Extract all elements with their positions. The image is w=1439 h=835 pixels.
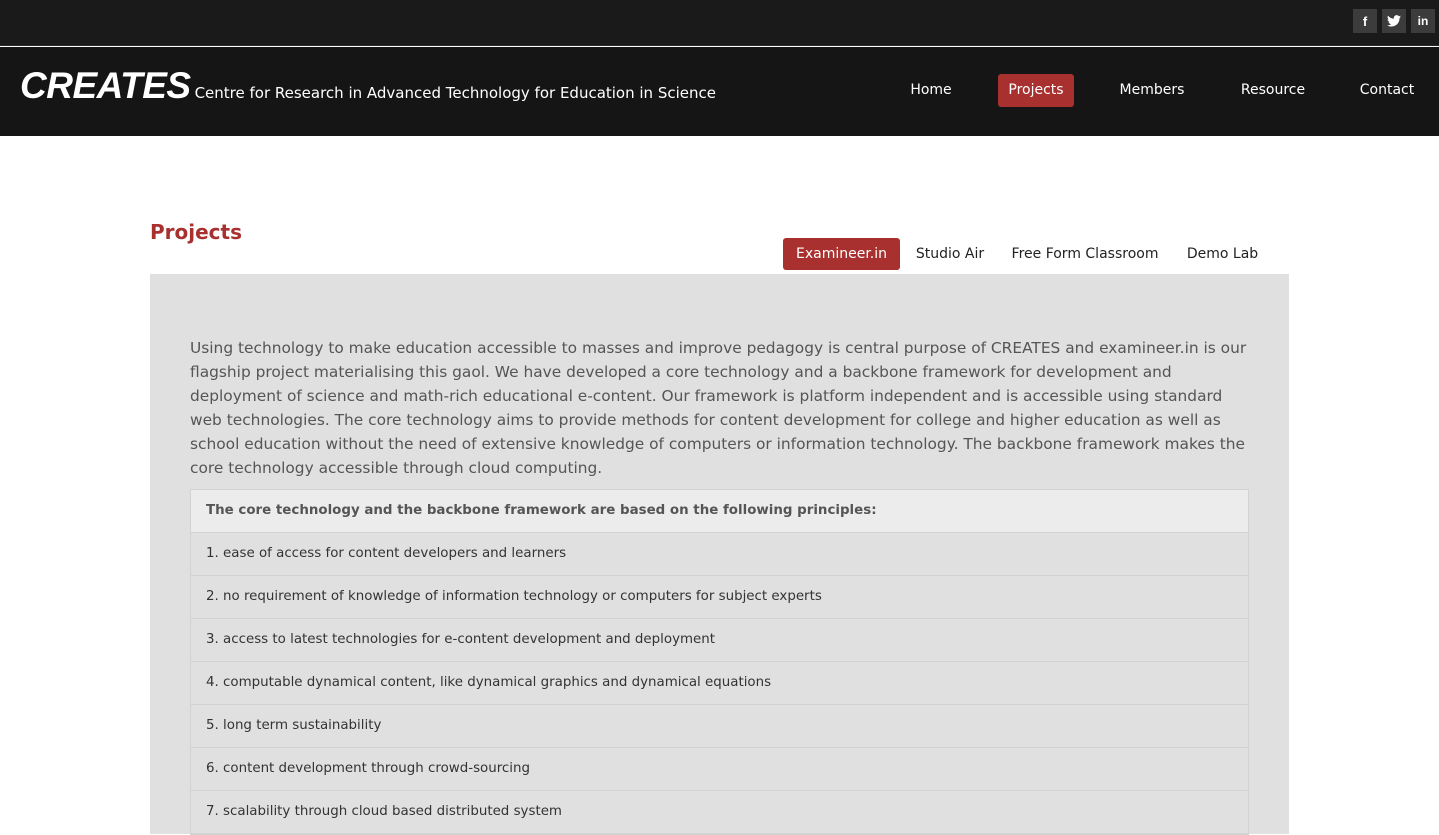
top-bar: f in [0,0,1439,46]
project-tabs: Examineer.in Studio Air Free Form Classr… [0,238,1439,270]
tab-content-panel: Using technology to make education acces… [150,274,1289,835]
principles-list: The core technology and the backbone fra… [190,489,1249,835]
tab-free-form-classroom[interactable]: Free Form Classroom [1005,238,1165,270]
site-header: CREATES Centre for Research in Advanced … [0,47,1439,136]
twitter-bird-shape [1387,15,1401,27]
facebook-icon[interactable]: f [1353,9,1377,33]
linkedin-icon[interactable]: in [1411,9,1435,33]
principles-heading: The core technology and the backbone fra… [191,490,1248,533]
twitter-icon[interactable] [1382,9,1406,33]
nav-item-contact[interactable]: Contact [1352,74,1422,107]
list-item: 2. no requirement of knowledge of inform… [191,576,1248,619]
nav-item-home[interactable]: Home [896,74,966,107]
nav-item-projects[interactable]: Projects [998,74,1074,107]
list-item: 7. scalability through cloud based distr… [191,791,1248,834]
nav-item-resource[interactable]: Resource [1232,74,1314,107]
tab-examineer[interactable]: Examineer.in [783,238,900,270]
list-item: 4. computable dynamical content, like dy… [191,662,1248,705]
tab-studio-air[interactable]: Studio Air [908,238,992,270]
social-links: f in [1353,9,1435,33]
list-item: 1. ease of access for content developers… [191,533,1248,576]
main-nav: Home Projects Members Resource Contact [0,74,1439,108]
list-item: 3. access to latest technologies for e-c… [191,619,1248,662]
linkedin-glyph: in [1417,14,1429,28]
intro-paragraph: Using technology to make education acces… [190,339,1247,477]
list-item: 5. long term sustainability [191,705,1248,748]
list-item: 6. content development through crowd-sou… [191,748,1248,791]
tab-demo-lab[interactable]: Demo Lab [1177,238,1268,270]
nav-item-members[interactable]: Members [1112,74,1192,107]
facebook-glyph: f [1362,13,1368,29]
